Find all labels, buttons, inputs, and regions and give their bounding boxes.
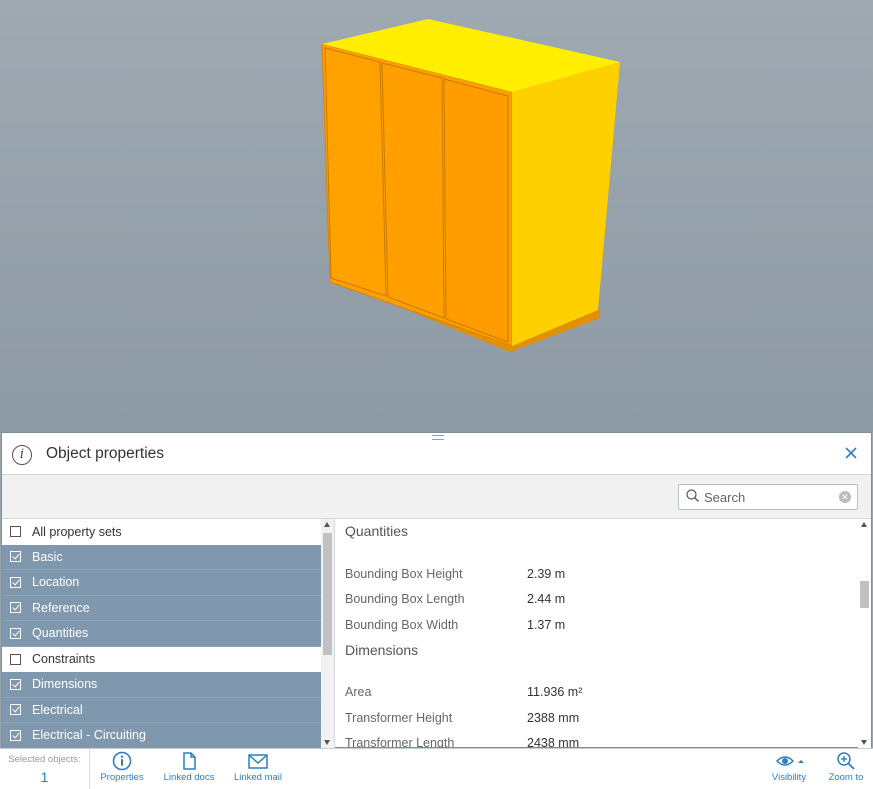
checkbox-empty-icon[interactable] [10, 653, 21, 665]
property-set-label: All property sets [32, 524, 122, 539]
property-key: Bounding Box Length [345, 592, 465, 607]
property-set-item[interactable]: Location [2, 570, 334, 596]
checkbox-checked-icon[interactable] [10, 627, 21, 639]
visibility-label: Visibility [771, 772, 807, 783]
property-key: Bounding Box Width [345, 617, 459, 632]
scroll-up-icon[interactable] [324, 522, 330, 527]
section-title: Dimensions [345, 641, 419, 658]
property-set-item[interactable]: Electrical [2, 697, 334, 723]
panel-header: i Object properties [2, 433, 871, 475]
selected-objects-count: 1 [40, 769, 49, 785]
visibility-button[interactable]: Visibility [766, 749, 812, 789]
scroll-thumb[interactable] [323, 533, 332, 655]
close-button[interactable] [845, 443, 857, 464]
linked-mail-button[interactable]: Linked mail [230, 749, 286, 789]
property-set-label: Electrical [32, 702, 83, 717]
properties-button[interactable]: Properties [98, 749, 146, 789]
checkbox-checked-icon[interactable] [10, 576, 21, 588]
property-set-item[interactable]: Dimensions [2, 672, 334, 698]
property-row: Bounding Box Length 2.44 m [335, 587, 858, 613]
scroll-up-icon[interactable] [861, 522, 867, 527]
checkbox-empty-icon[interactable] [10, 526, 21, 538]
property-row: Bounding Box Width 1.37 m [335, 612, 858, 638]
zoom-to-label: Zoom to [828, 772, 864, 783]
property-set-item[interactable]: Basic [2, 544, 334, 570]
property-set-item[interactable]: Reference [2, 595, 334, 621]
linked-mail-label: Linked mail [233, 772, 283, 783]
close-icon [845, 447, 857, 459]
property-set-list: All property sets Basic Location Reference Q… [2, 519, 334, 748]
model-door-3 [443, 78, 509, 343]
property-value: 2.44 m [527, 592, 566, 607]
scroll-down-icon[interactable] [324, 740, 330, 745]
checkbox-checked-icon[interactable] [10, 551, 21, 563]
eye-icon [775, 756, 804, 766]
properties-label: Properties [100, 772, 144, 783]
property-set-label: Reference [32, 600, 90, 615]
transformer-model[interactable] [0, 0, 873, 432]
search-input[interactable] [704, 488, 834, 506]
property-set-label: Basic [32, 549, 63, 564]
property-value: 1.37 m [527, 617, 566, 632]
document-icon [183, 752, 196, 770]
zoom-in-icon [837, 752, 855, 770]
property-key: Bounding Box Height [345, 566, 463, 581]
checkbox-checked-icon[interactable] [10, 704, 21, 716]
linked-docs-label: Linked docs [163, 772, 215, 783]
property-set-item[interactable]: Constraints [2, 646, 334, 672]
property-row: Transformer Length 2438 mm [335, 731, 858, 748]
model-side-face [512, 62, 620, 346]
checkbox-checked-icon[interactable] [10, 678, 21, 690]
property-row: Area 11.936 m² [335, 680, 858, 706]
property-set-label: Constraints [32, 652, 96, 667]
property-set-label: Location [32, 575, 80, 590]
property-set-item[interactable]: Quantities [2, 621, 334, 647]
info-icon: i [12, 445, 32, 465]
info-icon [112, 751, 132, 771]
panel-title: Object properties [46, 445, 165, 462]
property-set-label: Quantities [32, 626, 89, 641]
scroll-down-icon[interactable] [861, 740, 867, 745]
clear-search-icon[interactable]: ✕ [839, 491, 851, 503]
zoom-to-button[interactable]: Zoom to [824, 749, 868, 789]
property-value: 2438 mm [527, 736, 580, 748]
checkbox-checked-icon[interactable] [10, 729, 21, 741]
linked-docs-button[interactable]: Linked docs [160, 749, 218, 789]
search-box[interactable]: ✕ [678, 484, 858, 510]
bottom-toolbar: Selected objects: 1 Properties Linked do… [0, 748, 873, 789]
mail-icon [248, 754, 268, 769]
property-value: 2388 mm [527, 710, 580, 725]
model-door-1 [324, 47, 387, 297]
model-door-2 [381, 62, 445, 319]
property-set-item[interactable]: Electrical - Circuiting [2, 723, 334, 748]
property-details-scrollbar[interactable] [858, 519, 871, 748]
checkbox-checked-icon[interactable] [10, 602, 21, 614]
property-key: Transformer Height [345, 710, 453, 725]
property-set-label: Dimensions [32, 677, 98, 692]
property-value: 11.936 m² [527, 685, 583, 700]
3d-viewport[interactable] [0, 0, 873, 432]
property-set-label: Electrical - Circuiting [32, 728, 146, 743]
property-row: Transformer Height 2388 mm [335, 705, 858, 731]
scroll-thumb[interactable] [860, 581, 869, 608]
section-title: Quantities [345, 523, 409, 539]
property-row: Bounding Box Height 2.39 m [335, 561, 858, 587]
property-set-item[interactable]: All property sets [2, 519, 334, 545]
search-bar: ✕ [2, 475, 871, 519]
property-key: Transformer Length [345, 736, 455, 748]
search-icon [686, 489, 699, 502]
selected-objects-label: Selected objects: [8, 754, 81, 765]
property-value: 2.39 m [527, 566, 566, 581]
property-details: Quantities Bounding Box Height 2.39 m Bound… [334, 519, 858, 748]
property-set-scrollbar[interactable] [321, 519, 334, 748]
object-properties-panel: i Object properties ✕ All property sets B… [1, 432, 872, 748]
property-key: Area [345, 685, 372, 700]
selected-objects: Selected objects: 1 [0, 749, 90, 789]
